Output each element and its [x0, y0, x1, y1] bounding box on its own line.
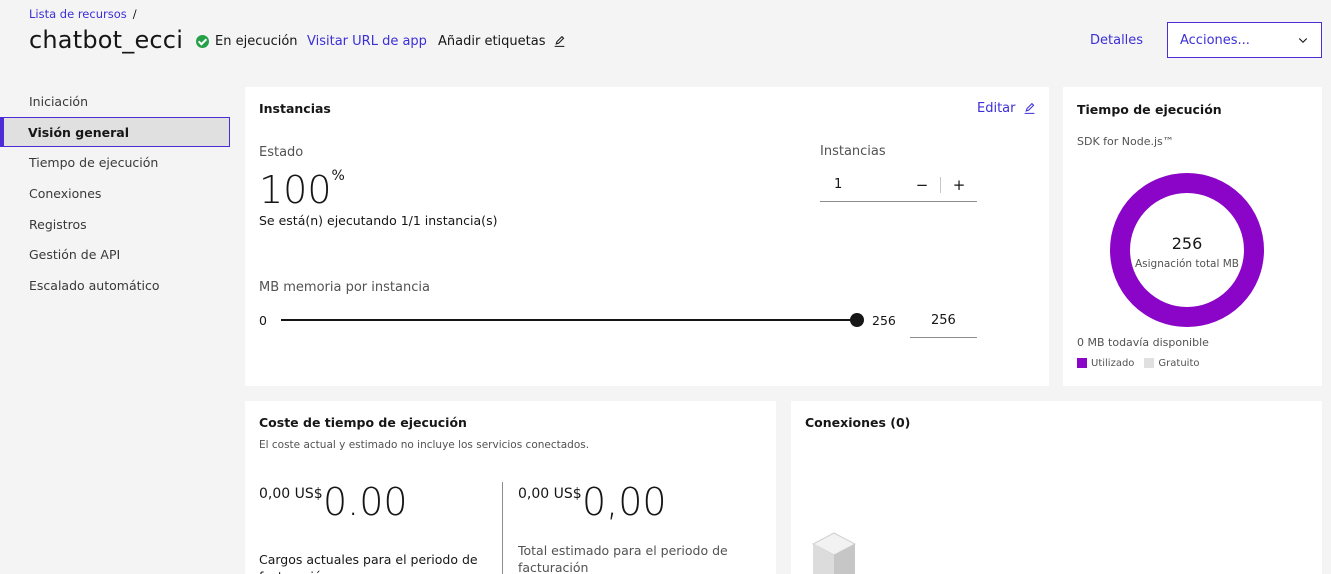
- breadcrumb-resource-list-link[interactable]: Lista de recursos: [29, 7, 127, 21]
- current-cost-label: Cargos actuales para el periodo de factu…: [259, 552, 478, 574]
- estimated-cost-currency: 0,00 US$: [518, 486, 582, 502]
- donut-legend: Utilizado Gratuito: [1077, 358, 1200, 369]
- cost-title: Coste de tiempo de ejecución: [259, 415, 467, 430]
- actions-dropdown[interactable]: Acciones...: [1167, 22, 1322, 58]
- add-tags-label: Añadir etiquetas: [438, 34, 546, 49]
- breadcrumb-separator: /: [132, 7, 137, 21]
- instances-title: Instancias: [259, 101, 331, 116]
- current-cost-value: 0.00: [323, 480, 408, 524]
- details-link[interactable]: Detalles: [1090, 33, 1143, 48]
- status-badge: En ejecución: [196, 34, 298, 49]
- increment-button[interactable]: +: [941, 176, 977, 194]
- cube-icon: [811, 532, 857, 574]
- sidebar-item-logs[interactable]: Registros: [0, 209, 230, 239]
- memory-available: 0 MB todavía disponible: [1077, 336, 1209, 349]
- state-detail: Se está(n) ejecutando 1/1 instancia(s): [259, 213, 498, 228]
- sidebar-item-getting-started[interactable]: Iniciación: [0, 86, 230, 116]
- sidebar-item-runtime[interactable]: Tiempo de ejecución: [0, 147, 230, 177]
- visit-app-url-link[interactable]: Visitar URL de app: [307, 34, 427, 49]
- runtime-sdk: SDK for Node.js™: [1077, 135, 1174, 148]
- sidebar-item-api-management[interactable]: Gestión de API: [0, 239, 230, 269]
- current-cost-currency: 0,00 US$: [259, 486, 323, 502]
- state-unit: %: [331, 168, 345, 184]
- state-label: Estado: [259, 145, 304, 160]
- instances-count-value[interactable]: 1: [820, 177, 904, 192]
- legend-free-swatch: [1144, 358, 1155, 368]
- instances-count-label: Instancias: [820, 144, 886, 159]
- donut-total-label: Asignación total MB: [1134, 258, 1240, 270]
- legend-free-label: Gratuito: [1158, 358, 1200, 369]
- estimated-cost-value: 0,00: [582, 480, 667, 524]
- legend-free: Gratuito: [1144, 358, 1200, 369]
- donut-total-value: 256: [1171, 234, 1203, 253]
- chevron-down-icon: [1298, 38, 1308, 44]
- estimated-cost-label: Total estimado para el periodo de factur…: [518, 543, 728, 574]
- actions-label: Acciones...: [1180, 32, 1250, 48]
- check-circle-icon: [196, 35, 209, 48]
- decrement-button[interactable]: −: [904, 176, 940, 194]
- legend-used: Utilizado: [1077, 358, 1134, 369]
- slider-min-label: 0: [259, 313, 267, 328]
- legend-used-label: Utilizado: [1091, 358, 1135, 369]
- sidebar-item-autoscaling[interactable]: Escalado automático: [0, 270, 230, 300]
- sidebar-item-connections[interactable]: Conexiones: [0, 178, 230, 208]
- legend-used-swatch: [1077, 358, 1087, 368]
- memory-input[interactable]: 256: [910, 304, 977, 338]
- memory-label: MB memoria por instancia: [259, 280, 430, 295]
- instances-stepper[interactable]: 1 − +: [820, 168, 977, 202]
- sidebar-item-overview[interactable]: Visión general: [0, 117, 230, 147]
- cost-subtitle: El coste actual y estimado no incluye lo…: [259, 439, 590, 451]
- pencil-icon: [555, 35, 565, 47]
- memory-slider-handle[interactable]: [850, 313, 864, 327]
- edit-label: Editar: [977, 101, 1016, 116]
- instances-card: [245, 87, 1049, 386]
- slider-max-label: 256: [872, 313, 896, 328]
- state-percentage: 100: [259, 168, 332, 212]
- connections-title: Conexiones (0): [805, 415, 911, 430]
- add-tags-button[interactable]: Añadir etiquetas: [438, 34, 566, 49]
- memory-slider-track[interactable]: [281, 319, 857, 321]
- page-title: chatbot_ecci: [29, 26, 184, 54]
- pencil-icon: [1024, 102, 1034, 114]
- state-value: 100%: [259, 168, 345, 212]
- status-text: En ejecución: [215, 34, 298, 49]
- cost-divider: [502, 482, 503, 574]
- edit-instances-button[interactable]: Editar: [977, 101, 1036, 116]
- breadcrumb: Lista de recursos /: [29, 7, 137, 21]
- runtime-title: Tiempo de ejecución: [1077, 102, 1222, 117]
